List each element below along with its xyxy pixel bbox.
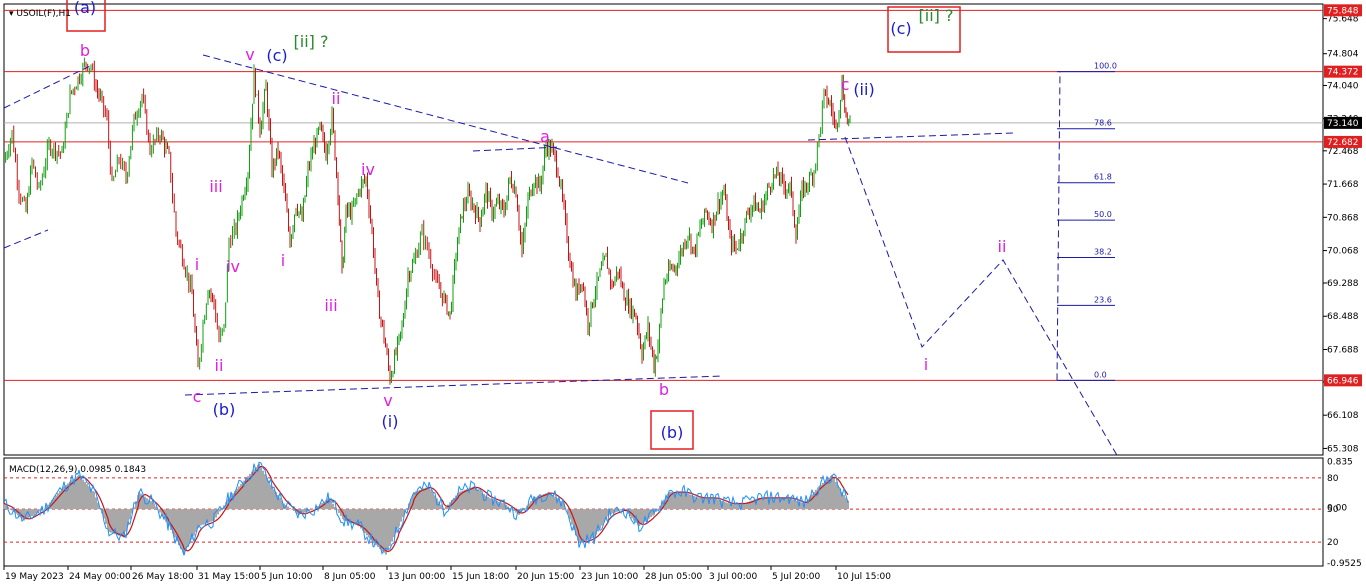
wave-label: a (540, 127, 550, 146)
time-tick-label: 15 Jun 18:00 (452, 572, 509, 582)
time-tick-label: 3 Jul 00:00 (709, 572, 758, 582)
time-tick-label: 8 Jun 05:00 (324, 572, 376, 582)
wave-label: (b) (661, 423, 684, 442)
price-tick-label: 66.108 (1327, 411, 1359, 421)
macd-axis-label: 50 (1327, 505, 1339, 515)
wave-label: c (193, 387, 202, 406)
wave-label: [ii] ? (919, 6, 954, 25)
wave-label: (c) (890, 19, 911, 38)
price-tick-label: 67.688 (1327, 346, 1359, 356)
time-tick-label: 28 Jun 05:00 (645, 572, 702, 582)
wave-label: (c) (266, 46, 287, 65)
wave-label: ii (332, 89, 341, 108)
wave-label: (b) (213, 400, 236, 419)
wave-label: (i) (382, 412, 399, 431)
time-tick-label: 20 Jun 15:00 (517, 572, 574, 582)
time-tick-label: 24 May 00:00 (69, 572, 131, 582)
wave-label: iv (226, 257, 240, 276)
wave-label: v (245, 45, 254, 64)
price-tick-label: 70.868 (1327, 213, 1359, 223)
wave-label: i (195, 255, 199, 274)
wave-label: ii (998, 237, 1007, 256)
macd-axis-label: 80 (1327, 474, 1339, 484)
fib-level-label: 23.6 (1094, 295, 1112, 304)
time-tick-label: 31 May 15:00 (198, 572, 260, 582)
fib-level-label: 61.8 (1094, 173, 1112, 182)
price-tick-label: 71.668 (1327, 180, 1359, 190)
price-tick-label: 74.804 (1327, 50, 1359, 60)
level-price-label: 72.682 (1327, 138, 1359, 148)
wave-label: b (659, 380, 669, 399)
wave-label: iii (324, 296, 337, 315)
symbol-label: ▾ USOIL(F),H1 (9, 9, 71, 19)
level-price-label: 75.848 (1327, 6, 1359, 16)
time-tick-label: 5 Jul 20:00 (772, 572, 821, 582)
price-tick-label: 65.308 (1327, 444, 1359, 454)
wave-label: v (383, 391, 392, 410)
fib-level-label: 38.2 (1094, 248, 1112, 257)
wave-label: (a) (74, 0, 96, 17)
wave-label: b (80, 41, 90, 60)
price-tick-label: 69.288 (1327, 279, 1359, 289)
fib-level-label: 78.6 (1094, 119, 1112, 128)
wave-label: ii (215, 356, 224, 375)
price-chart[interactable]: 75.64874.80474.04073.24072.46871.66870.8… (0, 0, 1366, 588)
wave-label: i (924, 355, 928, 374)
price-tick-label: 74.040 (1327, 81, 1359, 91)
wave-label: (ii) (853, 80, 874, 99)
current-price-label: 73.140 (1327, 119, 1359, 129)
price-tick-label: 72.468 (1327, 147, 1359, 157)
wave-label: c (841, 75, 850, 94)
time-tick-label: 23 Jun 10:00 (581, 572, 638, 582)
time-tick-label: 19 May 2023 (5, 572, 64, 582)
fib-level-label: 0.0 (1094, 370, 1107, 379)
macd-axis-label: 20 (1327, 538, 1339, 548)
time-tick-label: 26 May 18:00 (132, 572, 194, 582)
wave-label: i (281, 251, 285, 270)
macd-axis-label: -0.9525 (1327, 559, 1362, 569)
wave-label: iii (209, 177, 222, 196)
level-price-label: 66.946 (1327, 376, 1359, 386)
level-price-label: 74.372 (1327, 68, 1359, 78)
time-tick-label: 5 Jun 10:00 (261, 572, 313, 582)
price-tick-label: 68.488 (1327, 312, 1359, 322)
wave-label: [ii] ? (294, 32, 329, 51)
fib-level-label: 100.0 (1094, 62, 1117, 71)
time-tick-label: 13 Jun 00:00 (388, 572, 445, 582)
price-tick-label: 70.068 (1327, 247, 1359, 257)
fib-level-label: 50.0 (1094, 210, 1112, 219)
macd-axis-label: 0.835 (1327, 458, 1353, 468)
time-tick-label: 10 Jul 15:00 (837, 572, 891, 582)
wave-label: iv (361, 160, 375, 179)
